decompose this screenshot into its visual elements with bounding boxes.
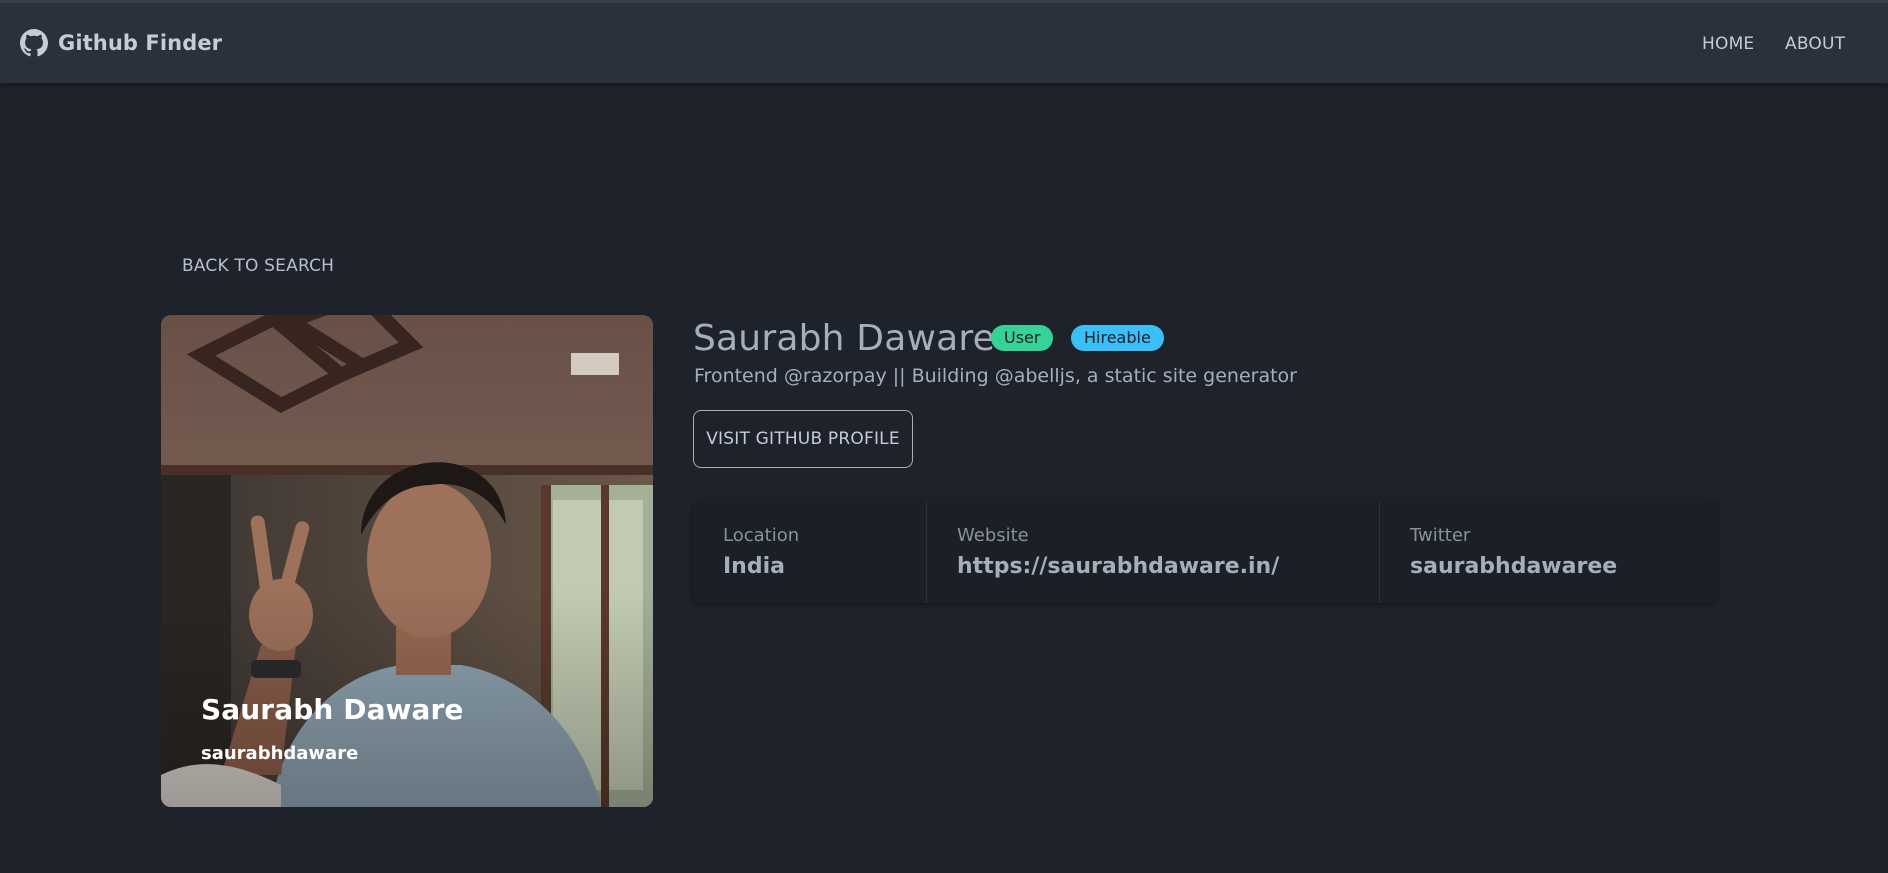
stat-title: Twitter xyxy=(1410,525,1471,546)
app-title: Github Finder xyxy=(58,31,223,55)
card-user-name: Saurabh Daware xyxy=(201,693,464,726)
github-icon xyxy=(20,29,48,57)
stat-twitter: Twitter saurabhdawaree xyxy=(1379,500,1718,603)
stat-website: Website https://saurabhdaware.in/ xyxy=(926,500,1380,603)
user-type-badge: User xyxy=(991,325,1054,351)
stats-panel: Location India Website https://saurabhda… xyxy=(693,500,1717,603)
stat-location: Location India xyxy=(693,500,926,603)
profile-bio: Frontend @razorpay || Building @abelljs,… xyxy=(694,365,1297,387)
stat-value: India xyxy=(723,554,785,579)
website-link[interactable]: https://saurabhdaware.in/ xyxy=(957,554,1279,579)
card-user-login: saurabhdaware xyxy=(201,743,359,764)
brand[interactable]: Github Finder xyxy=(20,29,222,57)
hireable-badge: Hireable xyxy=(1071,325,1164,351)
profile-name: Saurabh Daware xyxy=(693,318,995,359)
stat-title: Location xyxy=(723,525,800,546)
photo-overlay xyxy=(161,315,653,807)
nav-home-link[interactable]: HOME xyxy=(1702,34,1754,54)
stat-title: Website xyxy=(957,525,1029,546)
profile-photo-card: Saurabh Daware saurabhdaware xyxy=(161,315,653,807)
visit-github-profile-button[interactable]: VISIT GITHUB PROFILE xyxy=(693,410,913,468)
navbar: Github Finder HOME ABOUT xyxy=(0,3,1888,83)
nav-about-link[interactable]: ABOUT xyxy=(1785,34,1845,54)
twitter-link[interactable]: saurabhdawaree xyxy=(1410,554,1617,579)
back-to-search-link[interactable]: BACK TO SEARCH xyxy=(182,256,334,276)
